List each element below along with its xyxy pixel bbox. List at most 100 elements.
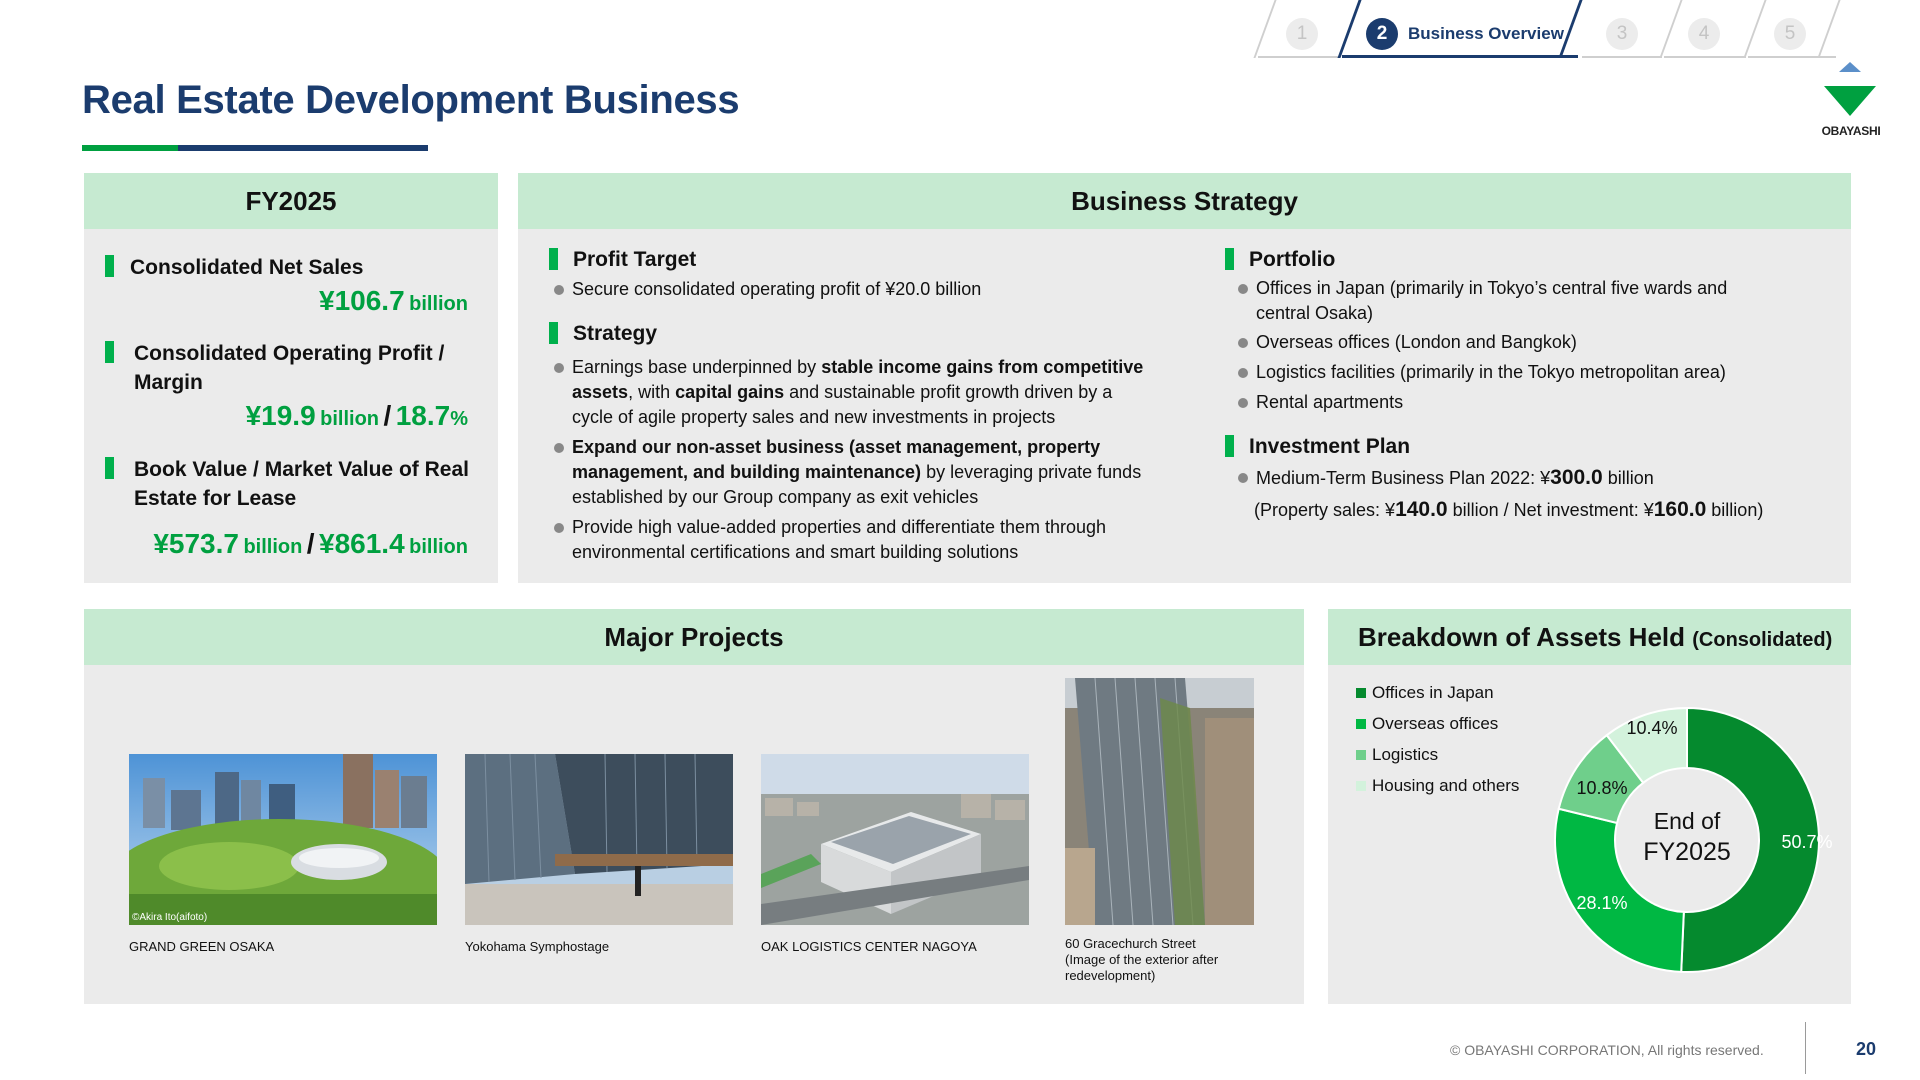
- strategy-bullet-3: Provide high value-added properties and …: [554, 515, 1174, 565]
- nav-tab-number: 2: [1366, 18, 1398, 50]
- nav-tab-2[interactable]: 2 Business Overview: [1337, 0, 1583, 58]
- profit-target-text: Secure consolidated operating profit of …: [572, 279, 982, 299]
- nav-tab-5[interactable]: 5: [1743, 0, 1841, 58]
- nav-tab-number: 1: [1286, 18, 1318, 50]
- strategy-b1-bold: stable income gains from competitive: [821, 357, 1144, 377]
- investment-b1-text: Medium-Term Business Plan 2022: ¥: [1256, 468, 1551, 488]
- assets-heading-suffix: (Consolidated): [1692, 629, 1833, 651]
- investment-bullet-1: Medium-Term Business Plan 2022: ¥300.0 b…: [1238, 465, 1838, 491]
- nav-tab-1[interactable]: 1: [1253, 0, 1340, 58]
- section-marker: [105, 255, 114, 277]
- assets-heading-text: Breakdown of Assets Held: [1358, 622, 1686, 652]
- operating-profit-amount: ¥19.9: [245, 400, 316, 431]
- net-sales-label: Consolidated Net Sales: [130, 256, 364, 279]
- legend-item-overseas-offices: Overseas offices: [1356, 712, 1498, 736]
- nav-tab-3[interactable]: 3: [1582, 0, 1662, 58]
- book-value-values: ¥573.7 billion / ¥861.4 billion: [153, 528, 468, 560]
- strategy-b1-bold: assets: [572, 382, 629, 402]
- property-sales-amount: 140.0: [1395, 498, 1448, 521]
- legend-item-offices-japan: Offices in Japan: [1356, 681, 1494, 705]
- operating-margin-unit: %: [450, 408, 468, 430]
- strategy-bullet-2: Expand our non-asset business (asset man…: [554, 435, 1174, 510]
- nav-tab-number: 5: [1774, 18, 1806, 50]
- profit-target-bullet: Secure consolidated operating profit of …: [554, 277, 981, 302]
- page-number: 20: [1856, 1039, 1877, 1059]
- investment-total: 300.0: [1550, 466, 1603, 489]
- legend-label: Logistics: [1372, 745, 1439, 764]
- logo-wordmark: OBAYASHI: [1821, 124, 1881, 138]
- net-sales-unit: billion: [409, 293, 468, 315]
- project-photo-60-gracechurch-street: [1065, 678, 1254, 925]
- market-value-unit: billion: [409, 536, 468, 558]
- project-caption: GRAND GREEN OSAKA: [129, 939, 275, 954]
- project-photo-oak-logistics-nagoya: [761, 754, 1029, 925]
- book-value-label-line1: Book Value / Market Value of Real: [134, 458, 469, 481]
- nav-tab-divider: [1253, 0, 1277, 58]
- investment-breakdown-line: (Property sales: ¥140.0 billion / Net in…: [1236, 497, 1836, 523]
- portfolio-bullet-1: Offices in Japan (primarily in Tokyo’s c…: [1238, 276, 1838, 326]
- title-underline-blue: [178, 145, 428, 151]
- portfolio-b2-text: Overseas offices (London and Bangkok): [1256, 332, 1577, 352]
- book-value-amount: ¥573.7: [153, 528, 239, 559]
- value-separator: /: [306, 528, 315, 559]
- strategy-b2-bold: Expand our non-asset business (asset man…: [572, 437, 1101, 457]
- strategy-title: Strategy: [573, 322, 658, 345]
- business-strategy-heading: Business Strategy: [518, 173, 1851, 229]
- operating-profit-label: Consolidated Operating Profit / Margin: [134, 339, 444, 397]
- donut-center-line2: FY2025: [1643, 838, 1731, 866]
- investment-l2-text: billion / Net investment: ¥: [1447, 500, 1654, 520]
- section-marker: [549, 248, 558, 270]
- nav-tab-4[interactable]: 4: [1659, 0, 1746, 58]
- project-photo-grand-green-osaka: [129, 754, 437, 925]
- strategy-b1-text: cycle of agile property sales and new in…: [572, 407, 1056, 427]
- legend-label: Housing and others: [1372, 776, 1520, 795]
- project-caption: Yokohama Symphostage: [465, 939, 610, 954]
- assets-breakdown-heading: Breakdown of Assets Held (Consolidated): [1328, 609, 1851, 665]
- investment-l2-text: billion): [1706, 500, 1764, 520]
- section-marker: [105, 341, 114, 363]
- donut-center-line1: End of: [1654, 808, 1721, 834]
- legend-item-housing-others: Housing and others: [1356, 774, 1519, 798]
- section-marker: [549, 322, 558, 344]
- page-title: Real Estate Development Business: [82, 78, 740, 122]
- value-separator: /: [383, 400, 392, 431]
- operating-profit-label-line1: Consolidated Operating Profit /: [134, 342, 445, 365]
- operating-profit-value: ¥19.9 billion / 18.7%: [246, 400, 468, 432]
- legend-item-logistics: Logistics: [1356, 743, 1438, 767]
- legend-label: Overseas offices: [1372, 714, 1499, 733]
- major-projects-heading: Major Projects: [84, 609, 1304, 665]
- project-photo-yokohama-symphostage: [465, 754, 733, 925]
- donut-data-label: 28.1%: [1576, 893, 1627, 913]
- portfolio-b1-text: Offices in Japan (primarily in Tokyo’s c…: [1256, 278, 1728, 298]
- nav-tab-divider: [1743, 0, 1767, 58]
- operating-profit-label-line2: Margin: [134, 371, 203, 394]
- legend-label: Offices in Japan: [1372, 683, 1494, 702]
- assets-donut-chart: End of FY2025 50.7% 28.1% 10.8% 10.4%: [1554, 706, 1833, 973]
- photo-credit: ©Akira Ito(aifoto): [132, 912, 208, 923]
- strategy-b1-text: Earnings base underpinned by: [572, 357, 822, 377]
- section-marker: [1225, 435, 1234, 457]
- legend-swatch: [1356, 719, 1366, 729]
- strategy-b3-text: Provide high value-added properties and …: [572, 517, 1107, 537]
- net-investment-amount: 160.0: [1653, 498, 1707, 521]
- copyright-notice: © OBAYASHI CORPORATION, All rights reser…: [1450, 1042, 1764, 1058]
- portfolio-b4-text: Rental apartments: [1256, 392, 1404, 412]
- operating-profit-unit: billion: [320, 408, 380, 430]
- strategy-bullet-1: Earnings base underpinned by stable inco…: [554, 355, 1174, 430]
- fy2025-heading: FY2025: [84, 173, 498, 229]
- section-marker: [105, 457, 114, 479]
- legend-swatch: [1356, 688, 1366, 698]
- nav-tab-number: 4: [1688, 18, 1720, 50]
- investment-plan-title: Investment Plan: [1249, 435, 1411, 458]
- net-sales-value: ¥106.7 billion: [319, 285, 468, 317]
- project-caption: OAK LOGISTICS CENTER NAGOYA: [761, 939, 977, 954]
- donut-data-label: 50.7%: [1781, 832, 1832, 852]
- donut-data-label: 10.8%: [1576, 778, 1627, 798]
- title-underline-green: [82, 145, 178, 151]
- book-value-unit: billion: [243, 536, 303, 558]
- book-value-label: Book Value / Market Value of Real Estate…: [134, 455, 469, 513]
- portfolio-bullet-3: Logistics facilities (primarily in the T…: [1238, 360, 1726, 385]
- nav-tab-number: 3: [1606, 18, 1638, 50]
- profit-target-title: Profit Target: [573, 248, 697, 271]
- portfolio-b3-text: Logistics facilities (primarily in the T…: [1256, 362, 1726, 382]
